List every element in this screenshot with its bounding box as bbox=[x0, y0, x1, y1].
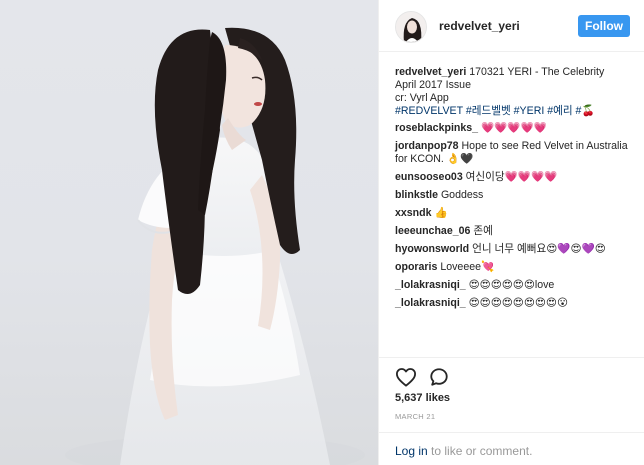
comment-text: 존예 bbox=[473, 225, 493, 237]
avatar-image bbox=[396, 12, 426, 42]
follow-button[interactable]: Follow bbox=[578, 15, 630, 37]
comment-item: jordanpop78 Hope to see Red Velvet in Au… bbox=[395, 140, 631, 166]
comment-username[interactable]: _lolakrasniqi_ bbox=[395, 279, 466, 291]
comment-item: roseblackpinks_ 💗💗💗💗💗 bbox=[395, 122, 631, 135]
comment-username[interactable]: oporaris bbox=[395, 261, 437, 273]
comment-item: leeeunchae_06 존예 bbox=[395, 225, 631, 238]
comment-username[interactable]: _lolakrasniqi_ bbox=[395, 297, 466, 309]
comment-text: 👍 bbox=[434, 207, 448, 219]
comment-username[interactable]: blinkstle bbox=[395, 189, 438, 201]
comment-username[interactable]: eunsooseo03 bbox=[395, 171, 463, 183]
comment-item: blinkstle Goddess bbox=[395, 189, 631, 202]
comment-text: 😍😍😍😍😍😍😍😍😮 bbox=[468, 297, 569, 309]
photo-illustration bbox=[65, 27, 365, 465]
caption-line-1: 170321 YERI - The Celebrity bbox=[469, 66, 605, 78]
comment-username[interactable]: roseblackpinks_ bbox=[395, 122, 478, 134]
comment-item: eunsooseo03 여신이당💗💗💗💗 bbox=[395, 171, 631, 184]
login-prompt: Log in to like or comment. bbox=[395, 444, 532, 458]
login-rest-text: to like or comment. bbox=[427, 444, 533, 458]
post-actions bbox=[379, 357, 644, 393]
heart-outline-icon[interactable] bbox=[395, 367, 417, 387]
caption-username[interactable]: redvelvet_yeri bbox=[395, 66, 466, 78]
comment-username[interactable]: xxsndk bbox=[395, 207, 432, 219]
comment-username[interactable]: jordanpop78 bbox=[395, 140, 459, 152]
login-link[interactable]: Log in bbox=[395, 444, 428, 458]
comment-item: xxsndk 👍 bbox=[395, 207, 631, 220]
post-caption: redvelvet_yeri 170321 YERI - The Celebri… bbox=[395, 66, 631, 118]
caption-line-3: cr: Vyrl App bbox=[395, 92, 449, 104]
caption-line-2: April 2017 Issue bbox=[395, 79, 471, 91]
comment-text: 여신이당💗💗💗💗 bbox=[465, 171, 558, 183]
header-username[interactable]: redvelvet_yeri bbox=[439, 19, 520, 33]
comment-item: _lolakrasniqi_ 😍😍😍😍😍😍love bbox=[395, 279, 631, 292]
post-date[interactable]: MARCH 21 bbox=[395, 412, 435, 421]
comments-list: redvelvet_yeri 170321 YERI - The Celebri… bbox=[395, 66, 631, 315]
comment-text: Loveeee💘 bbox=[440, 261, 495, 273]
post-photo[interactable] bbox=[0, 0, 378, 465]
comment-text: 언니 너무 예뻐요😍💜😍💜😍 bbox=[472, 243, 606, 255]
comment-text: 💗💗💗💗💗 bbox=[480, 122, 547, 134]
comment-text: 😍😍😍😍😍😍love bbox=[468, 279, 555, 291]
comment-username[interactable]: leeeunchae_06 bbox=[395, 225, 470, 237]
post-header: redvelvet_yeri Follow bbox=[379, 0, 644, 52]
likes-count[interactable]: 5,637 likes bbox=[395, 392, 450, 404]
login-bar: Log in to like or comment. bbox=[379, 432, 644, 465]
comment-item: _lolakrasniqi_ 😍😍😍😍😍😍😍😍😮 bbox=[395, 297, 631, 310]
comment-item: oporaris Loveeee💘 bbox=[395, 261, 631, 274]
comment-text: Goddess bbox=[440, 189, 484, 201]
post-panel: redvelvet_yeri Follow redvelvet_yeri 170… bbox=[378, 0, 644, 465]
comment-username[interactable]: hyowonsworld bbox=[395, 243, 469, 255]
comment-item: hyowonsworld 언니 너무 예뻐요😍💜😍💜😍 bbox=[395, 243, 631, 256]
caption-hashtags[interactable]: #REDVELVET #레드벨벳 #YERI #예리 #🍒 bbox=[395, 105, 595, 117]
speech-bubble-icon[interactable] bbox=[429, 367, 449, 387]
avatar[interactable] bbox=[395, 11, 427, 43]
